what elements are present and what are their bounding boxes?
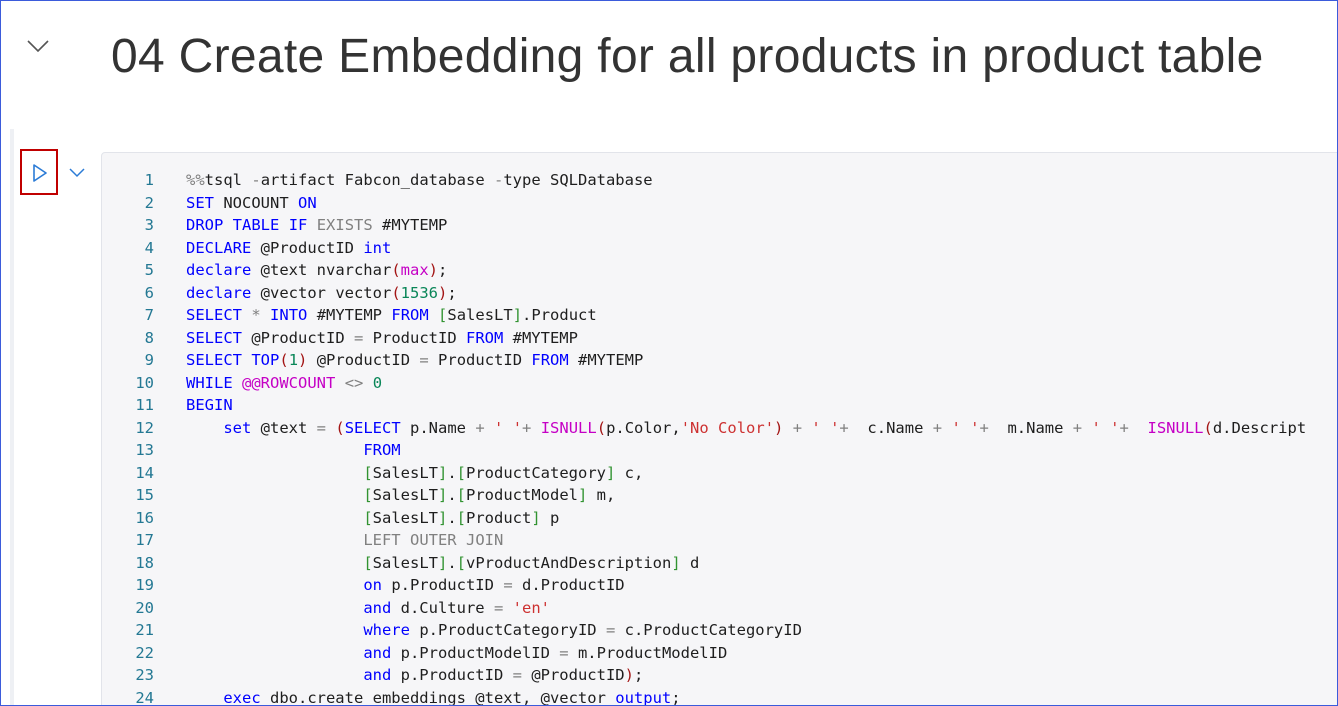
code-text: DECLARE @ProductID int bbox=[186, 238, 392, 257]
code-line[interactable]: 18 [SalesLT].[vProductAndDescription] d bbox=[102, 552, 1306, 575]
code-line[interactable]: 7 SELECT * INTO #MYTEMP FROM [SalesLT].Pr… bbox=[102, 304, 1306, 327]
line-number: 9 bbox=[144, 351, 154, 369]
code-line[interactable]: 16 [SalesLT].[Product] p bbox=[102, 507, 1306, 530]
code-text: [SalesLT].[ProductModel] m, bbox=[363, 486, 616, 504]
line-number: 4 bbox=[144, 238, 154, 257]
code-line[interactable]: 11 BEGIN bbox=[102, 394, 1306, 417]
chevron-down-icon[interactable] bbox=[27, 39, 49, 53]
line-number: 23 bbox=[135, 666, 154, 684]
code-line[interactable]: 21 where p.ProductCategoryID = c.Product… bbox=[102, 619, 1306, 642]
code-line[interactable]: 3 DROP TABLE IF EXISTS #MYTEMP bbox=[102, 214, 1306, 237]
line-number: 12 bbox=[135, 418, 154, 437]
code-line[interactable]: 10 WHILE @@ROWCOUNT <> 0 bbox=[102, 372, 1306, 395]
code-line[interactable]: 22 and p.ProductModelID = m.ProductModel… bbox=[102, 642, 1306, 665]
code-line[interactable]: 6 declare @vector vector(1536); bbox=[102, 282, 1306, 305]
line-number: 17 bbox=[135, 531, 154, 549]
line-number: 3 bbox=[144, 216, 154, 234]
code-line[interactable]: 4 DECLARE @ProductID int bbox=[102, 237, 1306, 260]
code-text: and p.ProductModelID = m.ProductModelID bbox=[363, 643, 728, 662]
line-number: 24 bbox=[135, 688, 154, 706]
code-text: %%tsql -artifact Fabcon_database -type S… bbox=[186, 171, 653, 189]
code-text: BEGIN bbox=[186, 396, 233, 414]
code-line[interactable]: 13 FROM bbox=[102, 439, 1306, 462]
line-number: 13 bbox=[135, 441, 154, 459]
code-editor[interactable]: 1 %%tsql -artifact Fabcon_database -type … bbox=[101, 152, 1337, 706]
cell-collapse-chevron-icon[interactable] bbox=[69, 165, 85, 178]
code-text: exec dbo.create_embeddings @text, @vecto… bbox=[223, 688, 681, 706]
code-line[interactable]: 12 set @text = (SELECT p.Name + ' '+ ISN… bbox=[102, 417, 1306, 440]
code-line[interactable]: 19 on p.ProductID = d.ProductID bbox=[102, 574, 1306, 597]
code-text: SELECT @ProductID = ProductID FROM #MYTE… bbox=[186, 328, 578, 347]
line-number: 8 bbox=[144, 328, 154, 347]
line-number: 11 bbox=[135, 396, 154, 414]
notebook-frame: 04 Create Embedding for all products in … bbox=[0, 0, 1338, 706]
play-icon bbox=[33, 164, 47, 182]
code-text: and p.ProductID = @ProductID); bbox=[363, 666, 644, 684]
code-text: [SalesLT].[Product] p bbox=[363, 508, 560, 527]
line-number: 7 bbox=[144, 306, 154, 324]
code-text: set @text = (SELECT p.Name + ' '+ ISNULL… bbox=[223, 418, 1307, 437]
line-number: 6 bbox=[144, 283, 154, 302]
cell-focus-bar bbox=[10, 129, 14, 705]
line-number: 20 bbox=[135, 598, 154, 617]
line-number: 21 bbox=[135, 621, 154, 639]
code-text: SELECT TOP(1) @ProductID = ProductID FRO… bbox=[186, 351, 644, 369]
markdown-heading: 04 Create Embedding for all products in … bbox=[111, 30, 1264, 83]
code-line[interactable]: 8 SELECT @ProductID = ProductID FROM #MYT… bbox=[102, 327, 1306, 350]
code-text: LEFT OUTER JOIN bbox=[363, 531, 504, 549]
code-line[interactable]: 15 [SalesLT].[ProductModel] m, bbox=[102, 484, 1306, 507]
line-number: 5 bbox=[144, 261, 154, 279]
code-text: where p.ProductCategoryID = c.ProductCat… bbox=[363, 621, 802, 639]
code-text: SET NOCOUNT ON bbox=[186, 193, 317, 212]
code-line[interactable]: 1 %%tsql -artifact Fabcon_database -type … bbox=[102, 169, 1306, 192]
code-line[interactable]: 23 and p.ProductID = @ProductID); bbox=[102, 664, 1306, 687]
run-cell-button[interactable] bbox=[20, 149, 58, 195]
code-line[interactable]: 5 declare @text nvarchar(max); bbox=[102, 259, 1306, 282]
line-number: 22 bbox=[135, 643, 154, 662]
code-lines: 1 %%tsql -artifact Fabcon_database -type … bbox=[102, 169, 1306, 706]
code-text: SELECT * INTO #MYTEMP FROM [SalesLT].Pro… bbox=[186, 306, 597, 324]
line-number: 15 bbox=[135, 486, 154, 504]
line-number: 18 bbox=[135, 553, 154, 572]
code-line[interactable]: 2 SET NOCOUNT ON bbox=[102, 192, 1306, 215]
code-text: and d.Culture = 'en' bbox=[363, 598, 550, 617]
code-line[interactable]: 14 [SalesLT].[ProductCategory] c, bbox=[102, 462, 1306, 485]
code-line[interactable]: 9 SELECT TOP(1) @ProductID = ProductID FR… bbox=[102, 349, 1306, 372]
code-text: FROM bbox=[363, 441, 401, 459]
code-text: on p.ProductID = d.ProductID bbox=[363, 576, 625, 594]
code-text: declare @text nvarchar(max); bbox=[186, 261, 448, 279]
code-text: DROP TABLE IF EXISTS #MYTEMP bbox=[186, 216, 448, 234]
code-text: [SalesLT].[ProductCategory] c, bbox=[363, 463, 644, 482]
line-number: 10 bbox=[135, 373, 154, 392]
code-line[interactable]: 24 exec dbo.create_embeddings @text, @ve… bbox=[102, 687, 1306, 706]
line-number: 2 bbox=[144, 193, 154, 212]
code-line[interactable]: 17 LEFT OUTER JOIN bbox=[102, 529, 1306, 552]
code-text: declare @vector vector(1536); bbox=[186, 283, 457, 302]
line-number: 19 bbox=[135, 576, 154, 594]
line-number: 16 bbox=[135, 508, 154, 527]
line-number: 1 bbox=[144, 171, 154, 189]
code-text: [SalesLT].[vProductAndDescription] d bbox=[363, 553, 700, 572]
code-text: WHILE @@ROWCOUNT <> 0 bbox=[186, 373, 383, 392]
line-number: 14 bbox=[135, 463, 154, 482]
code-line[interactable]: 20 and d.Culture = 'en' bbox=[102, 597, 1306, 620]
